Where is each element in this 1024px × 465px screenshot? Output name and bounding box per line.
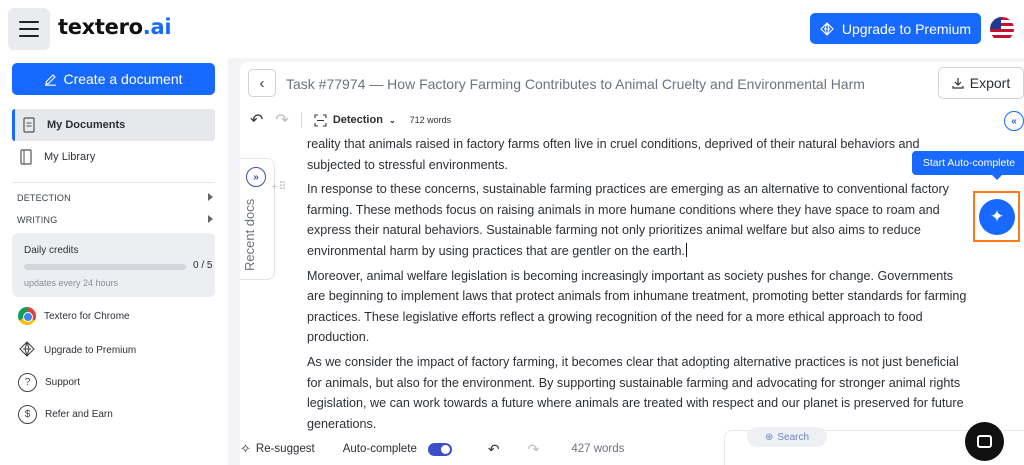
link-support[interactable]: ? Support (18, 373, 80, 392)
sidebar-item-my-documents[interactable]: My Documents (12, 109, 215, 141)
download-icon (952, 78, 964, 89)
sidebar-item-my-library[interactable]: My Library (12, 141, 215, 173)
text-cursor (686, 242, 688, 257)
link-textero-for-chrome[interactable]: Textero for Chrome (18, 307, 130, 325)
logo-suffix: .ai (142, 15, 172, 39)
document-icon (21, 117, 37, 133)
diamond-icon (820, 21, 834, 36)
sidebar-divider (12, 182, 215, 183)
link-label: Support (45, 377, 81, 388)
collapse-panel-icon[interactable]: « (1004, 111, 1024, 131)
logo[interactable]: textero.ai (58, 15, 172, 39)
export-button[interactable]: Export (938, 67, 1024, 99)
section-label: WRITING (17, 215, 58, 225)
drag-handle-icon[interactable]: + ⠿ (271, 180, 287, 193)
upgrade-premium-label: Upgrade to Premium (841, 20, 972, 37)
dollar-icon: $ (18, 405, 37, 424)
link-upgrade-premium[interactable]: Upgrade to Premium (18, 340, 136, 361)
chrome-icon (18, 307, 36, 325)
us-flag-icon[interactable] (990, 17, 1014, 41)
editor-bottom-bar: ✧ Re-suggest Auto-complete ↶ ↷ 427 words (240, 433, 724, 465)
toggle-switch[interactable] (427, 442, 452, 456)
recent-docs-label: Recent docs (242, 198, 257, 271)
magic-wand-icon: ✧ (240, 441, 251, 456)
top-bar: textero.ai Upgrade to Premium (0, 0, 1024, 58)
autocomplete-tooltip: Start Auto-complete (912, 151, 1024, 180)
sidebar-item-label: My Library (44, 151, 96, 163)
paragraph-text: In response to these concerns, sustainab… (307, 182, 949, 258)
create-document-button[interactable]: Create a document (12, 63, 215, 95)
paragraph-active[interactable]: In response to these concerns, sustainab… (307, 179, 967, 261)
recent-docs-tab[interactable]: » Recent docs (240, 158, 275, 280)
sidebar-section-writing[interactable]: WRITING (17, 215, 213, 225)
sparkle-icon: ✦ (989, 207, 1005, 226)
library-icon (18, 149, 34, 165)
credits-progress-bar (24, 264, 186, 270)
credits-count: 0 / 5 (193, 260, 213, 271)
paragraph[interactable]: reality that animals raised in factory f… (307, 134, 967, 175)
expand-icon[interactable]: » (246, 167, 266, 187)
paragraph[interactable]: As we consider the impact of factory far… (307, 352, 967, 434)
pencil-icon (45, 73, 57, 86)
sidebar-section-detection[interactable]: DETECTION (17, 193, 213, 203)
logo-text: textero (58, 15, 143, 39)
section-label: DETECTION (17, 193, 71, 203)
resuggest-label: Re-suggest (255, 443, 315, 455)
sidebar-item-label: My Documents (47, 119, 126, 131)
link-label: Textero for Chrome (44, 310, 130, 322)
daily-credits-card: Daily credits 0 / 5 updates every 24 hou… (12, 233, 215, 297)
autocomplete-label: Auto-complete (342, 443, 417, 455)
resuggest-button[interactable]: ✧ Re-suggest (240, 441, 315, 457)
redo-icon[interactable]: ↷ (528, 441, 540, 458)
word-count: 427 words (571, 443, 625, 455)
redo-icon[interactable]: ↷ (275, 110, 288, 130)
export-label: Export (969, 75, 1011, 91)
document-body[interactable]: reality that animals raised in factory f… (307, 134, 967, 439)
scan-icon (314, 113, 327, 127)
menu-icon[interactable] (8, 8, 50, 50)
chevron-left-icon: ‹ (259, 74, 265, 92)
create-document-label: Create a document (63, 71, 183, 87)
detection-dropdown[interactable]: Detection ⌄ (314, 113, 396, 127)
detection-label: Detection (332, 114, 383, 126)
undo-icon[interactable]: ↶ (250, 110, 263, 130)
question-icon: ? (18, 373, 37, 392)
link-refer-and-earn[interactable]: $ Refer and Earn (18, 405, 113, 424)
link-label: Refer and Earn (45, 409, 113, 420)
document-title: Task #77974 — How Factory Farming Contri… (286, 76, 865, 92)
chevron-right-icon (208, 193, 213, 201)
toolbar-divider (300, 112, 302, 128)
upgrade-premium-button[interactable]: Upgrade to Premium (810, 13, 981, 44)
editor-panel: ‹ Task #77974 — How Factory Farming Cont… (240, 62, 1024, 465)
undo-icon[interactable]: ↶ (488, 441, 500, 458)
search-button[interactable]: ⊕ Search (747, 427, 827, 447)
diamond-icon (18, 340, 36, 361)
sidebar: Create a document My Documents My Librar… (0, 58, 228, 465)
back-button[interactable]: ‹ (248, 69, 276, 97)
credits-subtitle: updates every 24 hours (24, 278, 119, 288)
link-label: Upgrade to Premium (44, 345, 137, 356)
paragraph[interactable]: Moreover, animal welfare legislation is … (307, 266, 967, 348)
chat-icon[interactable] (965, 422, 1004, 461)
credits-title: Daily credits (24, 245, 79, 256)
editor-toolbar: ↶ ↷ Detection ⌄ 712 words (250, 110, 451, 130)
search-label: Search (777, 431, 810, 443)
chevron-down-icon: ⌄ (388, 115, 396, 125)
autocomplete-toggle[interactable]: Auto-complete (342, 442, 452, 456)
chevron-right-icon (208, 215, 213, 223)
autocomplete-button[interactable]: ✦ (979, 199, 1015, 235)
toolbar-word-count: 712 words (409, 115, 452, 125)
search-icon: ⊕ (764, 431, 774, 443)
